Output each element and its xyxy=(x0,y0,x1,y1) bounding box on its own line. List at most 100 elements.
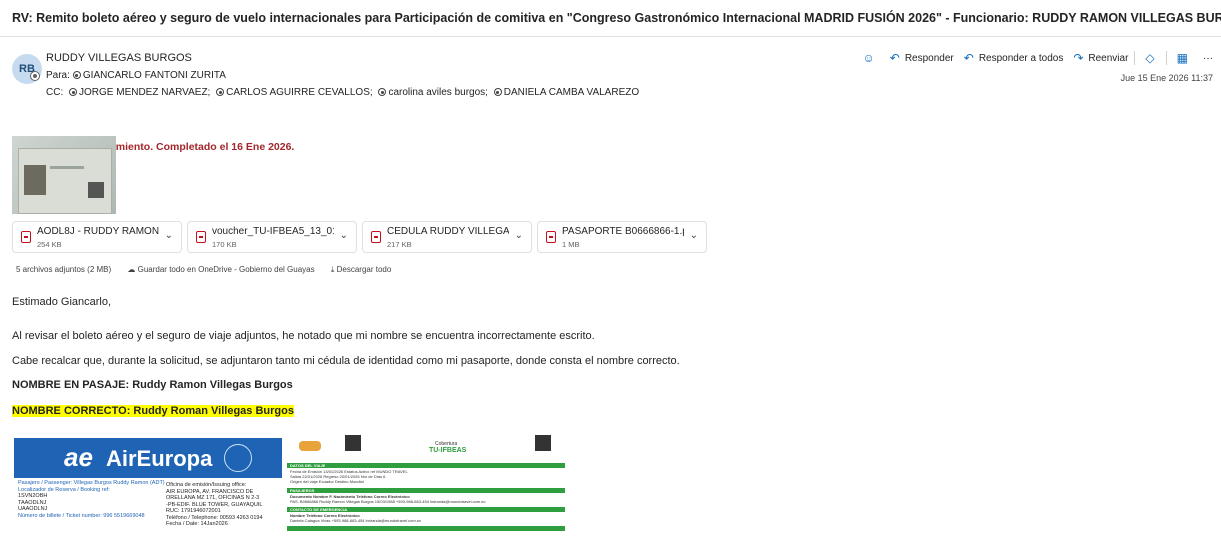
cc-recipient[interactable]: DANIELA CAMBA VALAREZO xyxy=(504,87,639,98)
smiley-icon: ☺ xyxy=(862,51,875,65)
cc-line: CC: JORGE MENDEZ NARVAEZ; CARLOS AGUIRRE… xyxy=(46,87,639,98)
qr-code xyxy=(88,182,104,198)
qr-code xyxy=(535,435,551,451)
cc-label: CC: xyxy=(46,87,64,98)
pdf-icon xyxy=(21,231,31,243)
message-actions: ☺ ↶ Responder ↶ Responder a todos ↷ Reenvia… xyxy=(853,50,1213,66)
pdf-icon xyxy=(546,231,556,243)
pdf-icon xyxy=(196,231,206,243)
passport-text-line xyxy=(50,166,84,169)
attachment-name: AODL8J - RUDDY RAMON VI... xyxy=(37,226,159,237)
attachment-name: CEDULA RUDDY VILLEGAS.pdf xyxy=(387,226,509,237)
email-subject-bar: RV: Remito boleto aéreo y seguro de vuel… xyxy=(0,0,1221,37)
recipient-icon xyxy=(378,88,387,96)
download-all-label: Descargar todo xyxy=(336,265,392,274)
attachment-card[interactable]: voucher_TU-IFBEA5_13_01_2... 170 KB ⌄ xyxy=(187,221,357,253)
section-title: DATOS DEL VIAJE xyxy=(290,463,326,468)
attachment-size: 254 KB xyxy=(37,240,62,249)
save-onedrive-label: Guardar todo en OneDrive - Gobierno del … xyxy=(137,265,315,274)
cc-recipient[interactable]: CARLOS AGUIRRE CEVALLOS; xyxy=(226,87,373,98)
reply-button[interactable]: ↶ Responder xyxy=(890,51,954,65)
forward-button[interactable]: ↷ Reenviar xyxy=(1073,51,1128,65)
correct-name-line: NOMBRE CORRECTO: Ruddy Roman Villegas Bu… xyxy=(12,405,294,417)
voucher-row: Daniela Calagua Vivas +593-988-663-454 l… xyxy=(290,518,422,523)
cc-recipient[interactable]: carolina aviles burgos; xyxy=(388,87,488,98)
section-title: CONTACTO DE EMERGENCIA xyxy=(290,507,348,512)
air-europa-logo: ae AirEuropa xyxy=(14,438,282,478)
chevron-down-icon[interactable]: ⌄ xyxy=(690,230,698,241)
attachment-name: PASAPORTE B0666866-1.pdf xyxy=(562,226,684,237)
recipient-icon xyxy=(216,88,225,96)
copilot-button[interactable]: ◇ xyxy=(1145,51,1159,65)
reply-label: Responder xyxy=(904,52,954,64)
forward-label: Reenviar xyxy=(1088,52,1129,64)
voucher-row: PAS. B0666866 Ruddy Ramon Villegas Burgo… xyxy=(290,499,486,504)
attachment-card[interactable]: PASAPORTE B0666866-1.pdf 1 MB ⌄ xyxy=(537,221,707,253)
apps-icon: ▦ xyxy=(1176,51,1188,65)
section-bar: DATOS DEL VIAJE xyxy=(287,463,565,468)
air-europa-mark-icon: ae xyxy=(64,442,93,472)
attachment-size: 1 MB xyxy=(562,240,580,249)
to-label: Para: xyxy=(46,70,70,81)
ticket-passenger-info: Pasajero / Passenger: Villegas Burgos Ru… xyxy=(18,480,165,519)
air-europa-brand: AirEuropa xyxy=(106,446,213,471)
attachments-bar: 5 archivos adjuntos (2 MB) ☁ Guardar tod… xyxy=(16,265,391,275)
emoji-button[interactable]: ☺ xyxy=(863,51,880,65)
issuing-office-info: Oficina de emisión/Issuing office: AIR E… xyxy=(166,482,263,528)
attachment-card[interactable]: AODL8J - RUDDY RAMON VI... 254 KB ⌄ xyxy=(12,221,182,253)
ticket-name-line: NOMBRE EN PASAJE: Ruddy Ramon Villegas B… xyxy=(12,379,293,391)
to-line: Para: GIANCARLO FANTONI ZURITA xyxy=(46,70,226,81)
insurance-voucher-image[interactable]: Cobertura TU-IFBEAS DATOS DEL VIAJE Fech… xyxy=(287,433,565,533)
copilot-icon: ◇ xyxy=(1145,51,1155,65)
cc-recipient[interactable]: JORGE MENDEZ NARVAEZ; xyxy=(79,87,210,98)
attachment-name: voucher_TU-IFBEA5_13_01_2... xyxy=(212,226,334,237)
reply-icon: ↶ xyxy=(889,51,900,65)
divider xyxy=(1134,51,1136,65)
download-all-button[interactable]: ⤓ Descargar todo xyxy=(331,265,391,274)
email-subject: RV: Remito boleto aéreo y seguro de vuel… xyxy=(12,11,1221,25)
recipient-icon xyxy=(493,88,502,96)
reply-all-icon: ↶ xyxy=(963,51,974,65)
attachment-size: 217 KB xyxy=(387,240,412,249)
attachment-card[interactable]: CEDULA RUDDY VILLEGAS.pdf 217 KB ⌄ xyxy=(362,221,532,253)
recipient-icon xyxy=(69,88,78,96)
chevron-down-icon[interactable]: ⌄ xyxy=(165,230,173,241)
reply-all-button[interactable]: ↶ Responder a todos xyxy=(964,51,1064,65)
to-recipient[interactable]: GIANCARLO FANTONI ZURITA xyxy=(83,70,226,81)
cloud-icon: ☁ xyxy=(127,265,138,274)
inline-image-passport[interactable] xyxy=(12,136,116,214)
save-onedrive-button[interactable]: ☁ Guardar todo en OneDrive - Gobierno de… xyxy=(127,265,314,274)
skyteam-icon xyxy=(224,444,252,472)
attachments-summary: 5 archivos adjuntos (2 MB) xyxy=(16,265,112,274)
attachment-size: 170 KB xyxy=(212,240,237,249)
office-line: ORELLANA MZ 171, OFICINAS N 2-3 xyxy=(166,495,260,501)
passport-photo xyxy=(24,165,46,195)
body-paragraph: Al revisar el boleto aéreo y el seguro d… xyxy=(12,330,595,342)
section-title: PASAJEROS xyxy=(290,488,315,493)
voucher-header: Cobertura TU-IFBEAS xyxy=(287,433,565,461)
passenger-line: Pasajero / Passenger: Villegas Burgos Ru… xyxy=(18,480,165,486)
office-line: Fecha / Date: 14Jan2026 xyxy=(166,521,228,527)
more-button[interactable]: ··· xyxy=(1203,53,1213,64)
chevron-down-icon[interactable]: ⌄ xyxy=(515,230,523,241)
pdf-icon xyxy=(371,231,381,243)
chevron-down-icon[interactable]: ⌄ xyxy=(340,230,348,241)
greeting: Estimado Giancarlo, xyxy=(12,296,112,308)
voucher-code: TU-IFBEAS xyxy=(429,447,467,454)
section-bar: CONTACTO DE EMERGENCIA xyxy=(287,507,565,512)
sender-name[interactable]: RUDDY VILLEGAS BURGOS xyxy=(46,52,192,64)
section-bar xyxy=(287,526,565,531)
ticket-number: Número de billete / Ticket number: 996 5… xyxy=(18,512,145,519)
divider xyxy=(1165,51,1167,65)
air-europa-ticket-image[interactable]: ae AirEuropa Pasajero / Passenger: Ville… xyxy=(14,438,282,538)
recipient-icon xyxy=(72,71,81,79)
assistance-logo xyxy=(299,441,321,451)
presence-icon xyxy=(30,71,40,81)
reply-all-label: Responder a todos xyxy=(978,52,1064,64)
body-paragraph: Cabe recalcar que, durante la solicitud,… xyxy=(12,355,680,367)
section-bar: PASAJEROS xyxy=(287,488,565,493)
apps-button[interactable]: ▦ xyxy=(1177,51,1193,65)
qr-code xyxy=(345,435,361,451)
forward-icon: ↷ xyxy=(1073,51,1084,65)
voucher-row: Origen del viaje Ecuador Destino Mundial xyxy=(290,479,364,484)
